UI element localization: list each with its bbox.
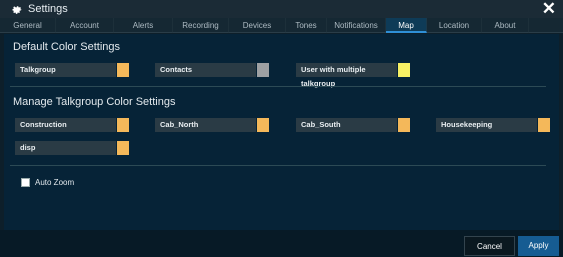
color-swatch-talkgroup[interactable]	[117, 63, 129, 77]
tab-devices[interactable]: Devices	[229, 18, 286, 33]
auto-zoom-label: Auto Zoom	[35, 178, 75, 187]
color-swatch-contacts[interactable]	[257, 63, 269, 77]
tab-general[interactable]: General	[0, 18, 56, 33]
color-setting-label: Cab_South	[296, 118, 397, 132]
talkgroup-color-settings-title: Manage Talkgroup Color Settings	[13, 96, 176, 108]
color-setting-label: User with multiple talkgroup	[296, 63, 397, 88]
auto-zoom-checkbox[interactable]	[21, 178, 30, 187]
color-swatch-cab-north[interactable]	[257, 118, 269, 132]
tab-recording[interactable]: Recording	[173, 18, 229, 33]
color-setting-contacts: Contacts	[155, 63, 269, 77]
color-swatch-housekeeping[interactable]	[538, 118, 550, 132]
color-swatch-disp[interactable]	[117, 141, 129, 155]
color-setting-label: disp	[15, 141, 116, 155]
tab-map[interactable]: Map	[386, 18, 427, 33]
cancel-button[interactable]: Cancel	[464, 236, 515, 256]
window-title: Settings	[28, 3, 68, 15]
color-setting-label: Construction	[15, 118, 116, 132]
tab-account[interactable]: Account	[56, 18, 114, 33]
default-color-settings-title: Default Color Settings	[13, 41, 120, 53]
color-setting-construction: Construction	[15, 118, 129, 132]
color-setting-cab-north: Cab_North	[155, 118, 269, 132]
section-divider	[10, 165, 546, 166]
apply-button[interactable]: Apply	[518, 236, 559, 256]
close-icon[interactable]: ✕	[542, 0, 556, 18]
color-setting-talkgroup: Talkgroup	[15, 63, 129, 77]
tab-location[interactable]: Location	[427, 18, 482, 33]
color-setting-disp: disp	[15, 141, 129, 155]
color-setting-multi-talkgroup-user: User with multiple talkgroup	[296, 63, 410, 88]
tab-notifications[interactable]: Notifications	[327, 18, 386, 33]
gear-icon	[12, 6, 22, 14]
tab-alerts[interactable]: Alerts	[114, 18, 173, 33]
section-divider	[10, 86, 546, 87]
title-bar: Settings ✕	[0, 0, 563, 18]
color-setting-cab-south: Cab_South	[296, 118, 410, 132]
color-setting-label: Contacts	[155, 63, 256, 77]
tab-about[interactable]: About	[482, 18, 529, 33]
color-swatch-multi-talkgroup-user[interactable]	[398, 63, 410, 77]
color-setting-label: Cab_North	[155, 118, 256, 132]
color-setting-label: Housekeeping	[436, 118, 537, 132]
tab-bar: General Account Alerts Recording Devices…	[0, 18, 563, 33]
tab-tones[interactable]: Tones	[286, 18, 327, 33]
color-setting-housekeeping: Housekeeping	[436, 118, 550, 132]
color-swatch-cab-south[interactable]	[398, 118, 410, 132]
color-setting-label: Talkgroup	[15, 63, 116, 77]
color-swatch-construction[interactable]	[117, 118, 129, 132]
